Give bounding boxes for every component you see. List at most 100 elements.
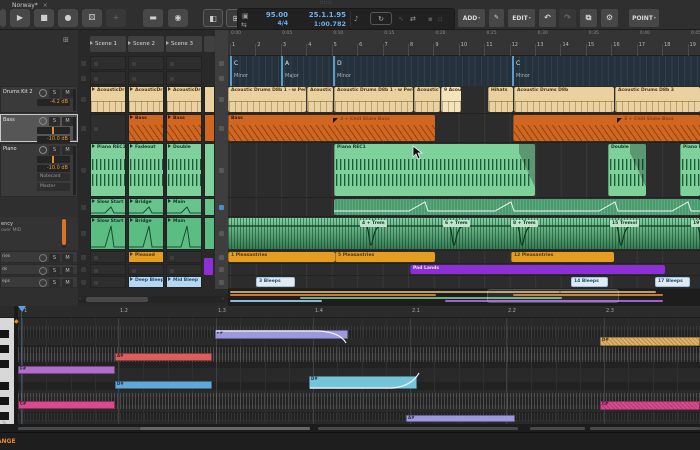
scene-button[interactable]: Scene 3 [166, 36, 202, 52]
automation-clip-chip[interactable]: 19 [691, 220, 700, 227]
track-stop-button[interactable] [81, 97, 86, 102]
track-stop-button[interactable] [81, 279, 86, 285]
launcher-clip-slot[interactable] [166, 56, 202, 70]
tab-close-icon[interactable]: × [43, 2, 48, 9]
launcher-clip-partial[interactable] [204, 198, 215, 216]
solo-button[interactable]: S [49, 89, 60, 98]
black-key[interactable] [0, 345, 9, 353]
launcher-clip-slot[interactable] [128, 71, 164, 85]
position-value[interactable]: 25.1.1.95 [294, 11, 346, 19]
launcher-clip[interactable]: Bass [128, 114, 164, 142]
solo-button[interactable]: S [49, 117, 60, 126]
duplicate-button[interactable]: ⧉ [580, 9, 597, 27]
arranger-clip[interactable]: 9 Acoustic [441, 87, 461, 112]
add-track-button[interactable]: + [106, 9, 126, 27]
fader-handle[interactable] [52, 127, 54, 134]
launcher-clip-slot[interactable] [90, 71, 126, 85]
launcher-clip[interactable]: Bridge [128, 217, 165, 250]
output-route-selector[interactable]: Notecard [37, 173, 70, 181]
black-key[interactable] [0, 412, 9, 420]
launcher-clip-partial[interactable] [204, 217, 215, 250]
clip-start-marker-icon[interactable]: ◆ [14, 318, 19, 326]
arranger-clip[interactable]: 5 Pleasantries [335, 252, 435, 262]
launcher-clip-slot[interactable] [166, 264, 202, 275]
track-header[interactable]: Bass S M -10.0 dB [0, 114, 78, 143]
scrollbar-segment[interactable] [140, 427, 310, 430]
record-button[interactable]: ● [58, 9, 78, 27]
stop-all-button[interactable] [219, 267, 224, 272]
stop-all-button[interactable] [219, 167, 224, 173]
track-stop-button[interactable] [81, 60, 86, 66]
record-arm-button[interactable] [39, 117, 47, 125]
solo-button[interactable]: S [49, 146, 60, 155]
key-marker[interactable] [333, 56, 335, 86]
time-signature-value[interactable]: 4/4 [254, 20, 288, 27]
arranger-clip[interactable]: Acoustic Drums D8b [514, 87, 614, 112]
arranger-clip[interactable]: Bass 3 + Chill State Bass [228, 115, 435, 141]
stop-all-button[interactable] [219, 254, 224, 260]
groove-button[interactable]: ◉ [168, 9, 188, 27]
clipped-left-button[interactable] [0, 9, 6, 27]
arranger-ruler[interactable]: 0:00 0:05 0:10 0:15 0:20 0:25 0:30 0:35 0:40 0:45… [228, 30, 700, 56]
launcher-clip[interactable]: Slow Start [90, 217, 127, 250]
arranger-clip[interactable]: Acoustic D [414, 87, 440, 112]
launcher-clip-slot[interactable] [166, 71, 202, 85]
stop-all-button[interactable] [219, 231, 224, 236]
key-marker[interactable] [281, 56, 283, 86]
arranger-clip[interactable] [334, 199, 700, 215]
scene-button-partial[interactable] [204, 36, 215, 52]
automation-clip-chip[interactable]: 6 + Trem [443, 220, 470, 227]
stop-all-button[interactable] [219, 97, 224, 102]
mute-button[interactable]: M [62, 89, 73, 98]
key-marker[interactable] [230, 56, 232, 86]
stop-all-button[interactable] [219, 60, 224, 66]
launcher-clip-partial[interactable] [204, 143, 215, 197]
piano-keyboard[interactable] [0, 318, 14, 424]
black-key[interactable] [0, 382, 9, 390]
launcher-clip-slot[interactable] [166, 251, 202, 263]
arranger-clip[interactable]: Acoustic D [307, 87, 333, 112]
launcher-clip-slot[interactable] [90, 251, 126, 263]
arranger-clip[interactable]: Acoustic Drums D8b 1 - w Perc [228, 87, 306, 112]
arranger-clip[interactable]: 14 Bleeps [571, 277, 608, 287]
dice-button[interactable]: ⚄ [82, 9, 102, 27]
launcher-clip[interactable]: Main [166, 198, 203, 216]
stop-all-button[interactable] [219, 75, 224, 81]
stop-all-button[interactable] [219, 125, 224, 131]
launcher-clip[interactable]: Bridge [128, 198, 165, 216]
undo-button[interactable]: ↶ [539, 9, 556, 27]
play-button[interactable]: ▶ [10, 9, 30, 27]
stop-all-button[interactable] [219, 204, 224, 210]
punch-in-icon[interactable]: ▪ [428, 13, 433, 25]
layout-arrange-button[interactable]: ◧ [203, 9, 223, 27]
midi-note[interactable]: C# [18, 401, 115, 409]
add-button[interactable]: ADD▾ [458, 9, 485, 27]
scrollbar-segment[interactable] [590, 427, 700, 430]
mute-button[interactable]: M [62, 267, 73, 276]
arranger-clip[interactable]: Piano RE [680, 144, 700, 196]
automation-clip-chip[interactable]: 8 + Trem [511, 220, 538, 227]
arranger-clip[interactable]: Acoustic Drums D8b 3 [615, 87, 700, 112]
output-route-selector[interactable]: Master [37, 183, 70, 191]
solo-button[interactable]: S [49, 279, 60, 288]
track-stop-button[interactable] [81, 267, 86, 272]
midi-note[interactable]: C# [600, 401, 700, 410]
record-arm-button[interactable] [39, 279, 47, 287]
time-value[interactable]: 1:00.782 [294, 20, 346, 28]
volume-fader[interactable] [37, 127, 70, 134]
punch-out-icon[interactable]: ▫ [438, 13, 443, 25]
arranger-clip[interactable]: Piano REC1 [334, 144, 535, 196]
black-key[interactable] [0, 360, 9, 368]
metronome-button[interactable]: ▬ [143, 9, 163, 27]
automation-clip-chip[interactable]: 4 + Trem [360, 220, 387, 227]
launcher-clip[interactable]: Main [166, 217, 203, 250]
track-header[interactable]: ds S M [0, 264, 78, 276]
launcher-clip-slot[interactable] [90, 114, 126, 142]
stop-all-button[interactable] [219, 279, 224, 285]
lane-scrollbar-thumb[interactable] [62, 219, 66, 245]
scene-button[interactable]: Scene 2 [128, 36, 164, 52]
launcher-clip[interactable]: Fadeout [128, 143, 164, 197]
scrollbar-segment[interactable] [318, 427, 518, 430]
key-marker[interactable] [512, 56, 514, 86]
loop-icon[interactable]: ↻ [370, 12, 392, 25]
